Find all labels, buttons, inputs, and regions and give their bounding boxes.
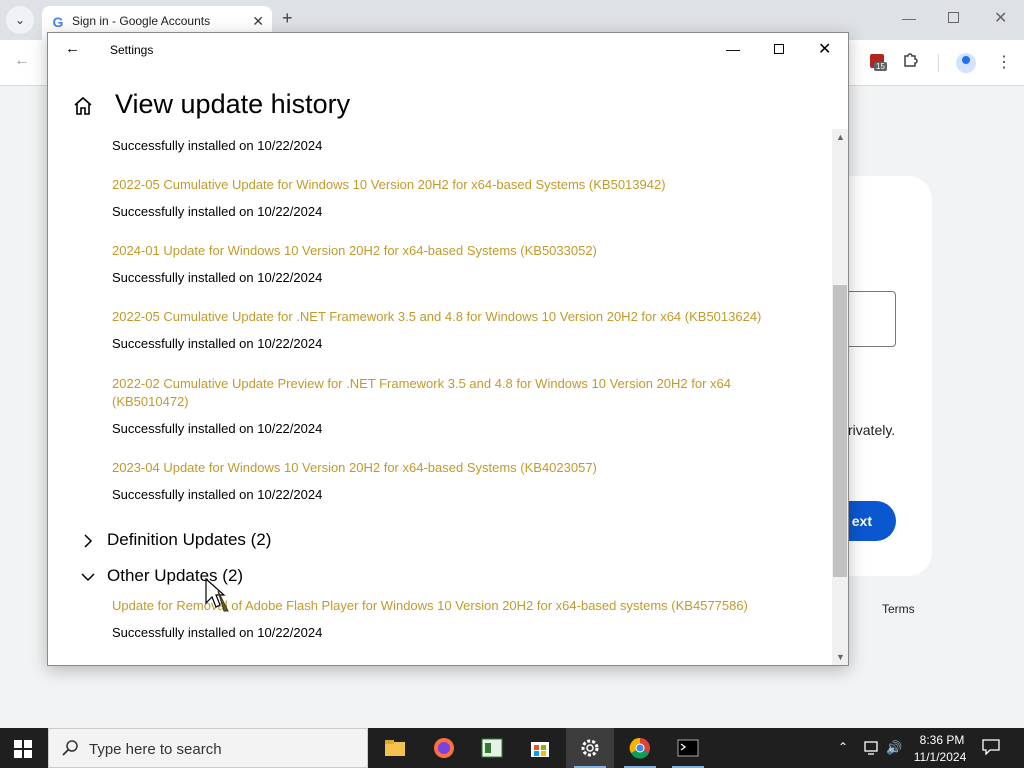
update-link[interactable]: 2022-02 Cumulative Update Preview for .N… — [112, 375, 772, 411]
install-status: Successfully installed on 10/22/2024 — [112, 625, 323, 640]
update-link[interactable]: 2022-05 Cumulative Update for .NET Frame… — [112, 308, 802, 326]
scroll-down-icon[interactable]: ▼ — [836, 652, 845, 662]
search-placeholder: Type here to search — [89, 741, 222, 758]
profile-avatar-icon[interactable] — [956, 53, 976, 73]
windows-start-icon[interactable] — [14, 740, 32, 758]
notification-icon[interactable] — [982, 739, 1000, 755]
scroll-up-icon[interactable]: ▲ — [836, 132, 845, 142]
network-icon[interactable] — [863, 740, 881, 756]
search-icon — [62, 740, 78, 756]
taskbar: Type here to search ⌃ 🔊 8:36 PM 11/1/202… — [0, 728, 1024, 768]
chevron-down-icon[interactable] — [80, 569, 96, 585]
settings-window-title: Settings — [110, 43, 154, 57]
settings-gear-icon[interactable] — [566, 728, 614, 768]
back-arrow-icon[interactable]: ← — [65, 40, 80, 57]
restore-icon[interactable] — [948, 12, 959, 23]
chrome-icon[interactable] — [616, 728, 664, 768]
settings-window: ← Settings — ✕ View update history Succe… — [47, 32, 849, 666]
tab-search-chevron-icon[interactable]: ⌄ — [6, 6, 34, 34]
minimize-icon[interactable]: — — [902, 10, 916, 26]
install-status: Successfully installed on 10/22/2024 — [112, 138, 323, 153]
volume-icon[interactable]: 🔊 — [886, 740, 902, 756]
terms-link[interactable]: Terms — [882, 602, 915, 616]
settings-close-icon[interactable]: ✕ — [818, 39, 831, 59]
settings-minimize-icon[interactable]: — — [726, 41, 740, 57]
taskbar-search-input[interactable]: Type here to search — [48, 728, 368, 768]
chevron-right-icon[interactable] — [80, 533, 96, 549]
close-icon[interactable]: ✕ — [252, 13, 264, 30]
window-close-icon[interactable]: ✕ — [994, 8, 1007, 28]
microsoft-store-icon[interactable] — [516, 728, 564, 768]
file-explorer-icon[interactable] — [371, 728, 419, 768]
definition-updates-header[interactable]: Definition Updates (2) — [107, 530, 271, 550]
install-status: Successfully installed on 10/22/2024 — [112, 487, 323, 502]
extension-badge-count: 15 — [874, 62, 887, 71]
tab-title: Sign in - Google Accounts — [72, 14, 211, 28]
home-icon[interactable] — [72, 95, 94, 117]
settings-maximize-icon[interactable] — [774, 44, 784, 54]
clock-time[interactable]: 8:36 PM — [912, 733, 972, 747]
google-icon: G — [52, 14, 64, 30]
busy-cursor-icon — [205, 577, 229, 612]
update-link[interactable]: 2022-05 Cumulative Update for Windows 10… — [112, 176, 802, 194]
more-menu-icon[interactable]: ⋮ — [996, 52, 1012, 72]
install-status: Successfully installed on 10/22/2024 — [112, 270, 323, 285]
browser-back-arrow-icon[interactable]: ← — [14, 52, 30, 70]
install-status: Successfully installed on 10/22/2024 — [112, 204, 323, 219]
signin-helper-text: rivately. — [848, 422, 896, 438]
new-tab-plus-icon[interactable]: + — [282, 8, 293, 29]
tray-chevron-up-icon[interactable]: ⌃ — [838, 740, 848, 754]
page-title: View update history — [115, 89, 351, 119]
update-link[interactable]: 2024-01 Update for Windows 10 Version 20… — [112, 242, 802, 260]
update-link[interactable]: 2023-04 Update for Windows 10 Version 20… — [112, 459, 802, 477]
install-status: Successfully installed on 10/22/2024 — [112, 421, 323, 436]
scrollbar-thumb[interactable] — [833, 285, 847, 577]
install-status: Successfully installed on 10/22/2024 — [112, 336, 323, 351]
toolbar-divider — [938, 54, 939, 72]
firefox-icon[interactable] — [420, 728, 468, 768]
extensions-puzzle-icon[interactable] — [903, 52, 919, 73]
clock-date[interactable]: 11/1/2024 — [908, 750, 972, 764]
extension-shield-icon[interactable]: 15 — [868, 54, 888, 74]
terminal-icon[interactable] — [664, 728, 712, 768]
notepad-app-icon[interactable] — [468, 728, 516, 768]
